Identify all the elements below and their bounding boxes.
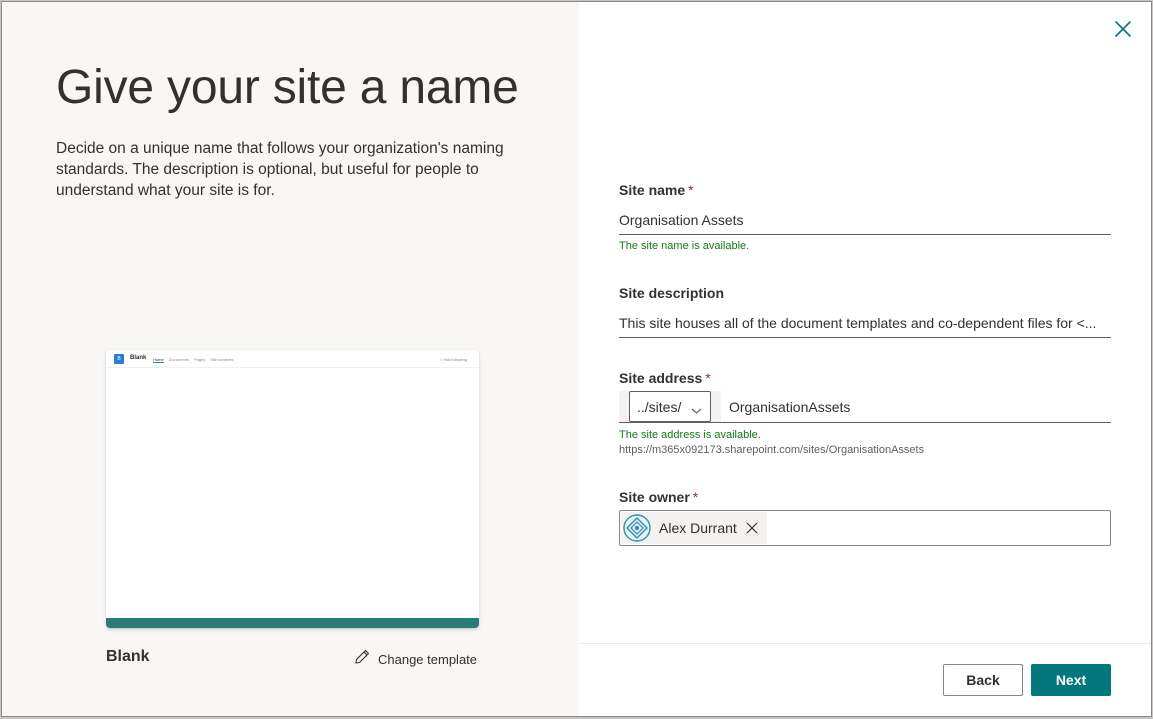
site-name-status: The site name is available. — [619, 240, 750, 252]
site-address-field: ../sites/ OrganisationAssets — [619, 391, 1111, 423]
close-icon — [1114, 20, 1132, 43]
change-template-label: Change template — [378, 651, 478, 667]
preview-logo: B — [114, 354, 124, 364]
site-description-input[interactable]: This site houses all of the document tem… — [619, 308, 1111, 338]
site-address-input[interactable]: OrganisationAssets — [729, 399, 850, 415]
preview-nav: Home Documents Pages Site contents — [153, 357, 233, 363]
left-pane: Give your site a name Decide on a unique… — [2, 2, 579, 716]
change-template-link[interactable]: Change template — [354, 648, 477, 670]
site-owner-label: Site owner * — [619, 489, 699, 505]
required-marker: * — [688, 182, 694, 198]
address-prefix-value: ../sites/ — [637, 399, 682, 415]
preview-nav-item: Pages — [193, 357, 206, 362]
owner-name: Alex Durrant — [659, 520, 737, 536]
footer-divider — [579, 643, 1151, 644]
create-site-dialog: Give your site a name Decide on a unique… — [1, 1, 1152, 717]
avatar-icon — [623, 514, 651, 542]
preview-nav-item: Documents — [168, 357, 189, 362]
site-owner-picker[interactable]: Alex Durrant — [619, 510, 1111, 546]
remove-icon[interactable] — [745, 521, 759, 535]
page-title: Give your site a name — [56, 61, 519, 114]
next-button[interactable]: Next — [1031, 664, 1111, 696]
preview-header: B Blank Home Documents Pages Site conten… — [106, 350, 479, 368]
template-name: Blank — [106, 648, 150, 665]
preview-site-title: Blank — [130, 355, 147, 361]
site-address-status: The site address is available. — [619, 429, 761, 441]
preview-nav-item: Site contents — [210, 357, 234, 362]
site-address-label: Site address * — [619, 370, 711, 386]
intro-text: Decide on a unique name that follows you… — [56, 140, 504, 199]
address-prefix-dropdown[interactable]: ../sites/ — [629, 391, 711, 422]
required-marker: * — [705, 370, 711, 386]
owner-persona-chip: Alex Durrant — [621, 512, 767, 544]
template-preview-card: B Blank Home Documents Pages Site conten… — [106, 350, 479, 628]
pencil-icon — [354, 648, 371, 670]
site-name-input[interactable]: Organisation Assets — [619, 205, 1111, 235]
preview-footer-bar — [106, 618, 479, 628]
close-button[interactable] — [1109, 17, 1137, 45]
back-button[interactable]: Back — [943, 664, 1023, 696]
preview-nav-item: Home — [153, 357, 164, 363]
site-name-label: Site name * — [619, 182, 694, 198]
site-address-url: https://m365x092173.sharepoint.com/sites… — [619, 444, 925, 456]
required-marker: * — [692, 489, 699, 505]
preview-follow: ☆ Not following — [439, 357, 467, 362]
chevron-down-icon — [691, 402, 702, 418]
site-description-label: Site description — [619, 285, 725, 301]
